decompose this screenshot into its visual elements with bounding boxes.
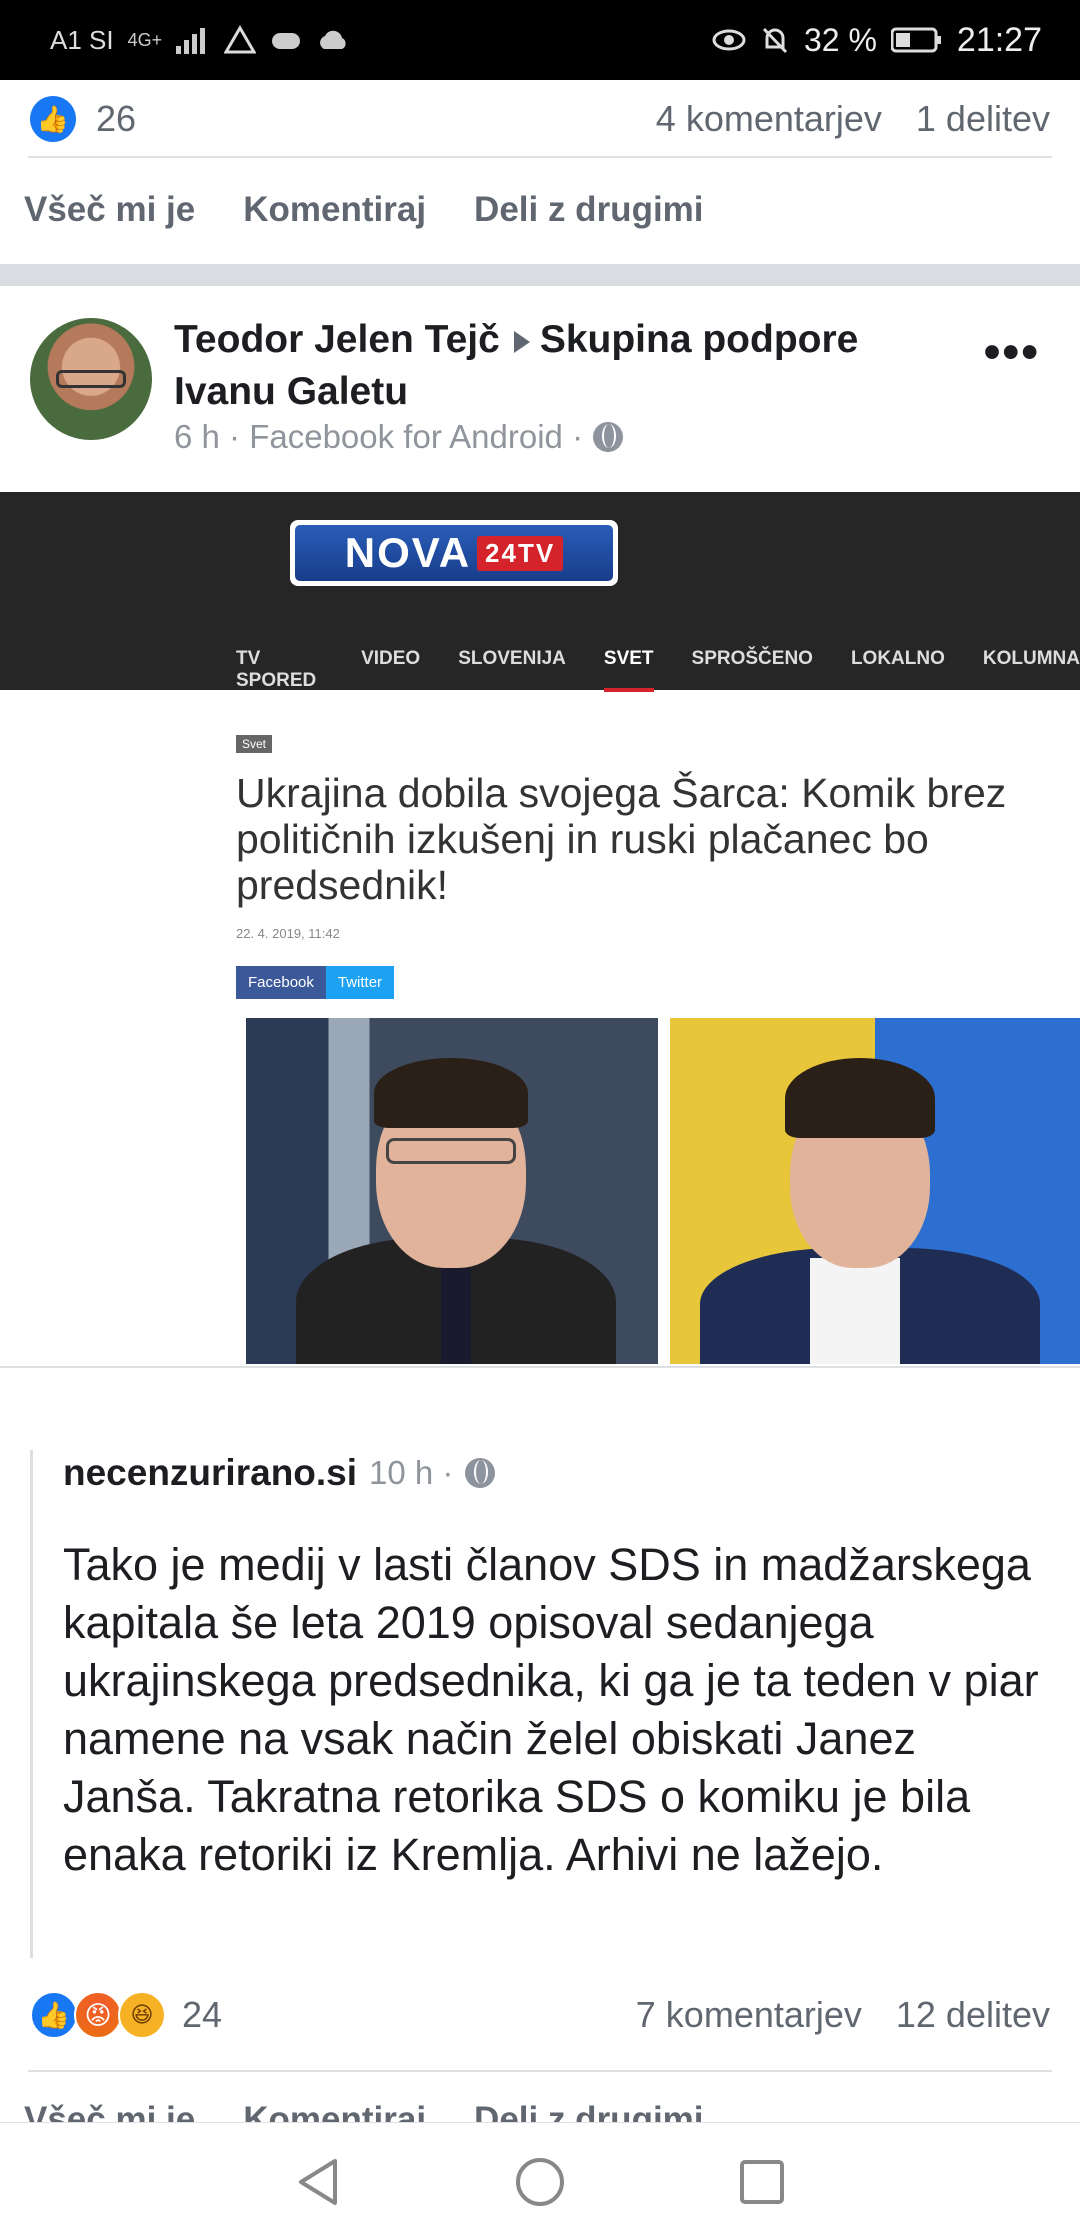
share-buttons: Facebook Twitter [236,966,395,999]
post-meta: 6 h · Facebook for Android · [174,418,624,456]
more-options-button[interactable]: ••• [984,329,1040,377]
previous-post-actions: Všeč mi je Komentiraj Deli z drugimi [0,160,1080,260]
share-button[interactable]: Deli z drugimi [474,190,703,230]
news-nav-item: KOLUMNA [982,648,1080,669]
like-button[interactable]: Všeč mi je [24,2100,195,2122]
home-circle-icon [516,2157,564,2206]
back-button[interactable] [292,2156,344,2208]
news-nav-item: TV SPORED [236,648,317,691]
quote-text: Tako je medij v lasti članov SDS in madž… [63,1539,1039,1880]
category-badge: Svet [236,735,273,753]
news-date: 22. 4. 2019, 11:42 [236,926,340,941]
shares-count[interactable]: 1 delitev [916,98,1050,140]
news-nav-item: VIDEO [361,648,421,669]
glasses-shape [56,370,126,388]
logo-suffix-text: 24TV [477,535,564,571]
news-nav-item: SPROŠČENO [691,648,813,669]
angry-icon: 😡 [74,1991,122,2039]
warning-icon [224,25,257,54]
reaction-count: 26 [96,98,137,139]
news-nav: TV SPORED VIDEO SLOVENIJA SVET SPROŠČENO… [236,648,1080,692]
previous-post-reactions[interactable]: 👍 26 4 komentarjev 1 delitev [0,80,1080,158]
mute-bell-icon [762,27,788,54]
nova-logo: NOVA 24TV [290,520,618,586]
battery-icon [890,27,941,53]
arrow-right-icon [513,330,530,353]
reaction-count: 24 [182,1994,223,2035]
post-time-source[interactable]: 6 h · Facebook for Android · [174,418,583,456]
logo-main-text: NOVA [344,529,472,576]
quote-bar [30,1450,33,1958]
eye-icon [712,29,746,51]
quote-source[interactable]: necenzurirano.si [63,1452,357,1494]
status-left: A1 SI 4G+ [50,25,350,56]
globe-icon [593,422,624,452]
comments-count[interactable]: 4 komentarjev [656,98,882,140]
photo-left [246,1018,658,1364]
comment-button[interactable]: Komentiraj [243,190,426,230]
post-header-title: Teodor Jelen Tejč Skupina podpore Ivanu G… [174,314,934,418]
shared-image[interactable]: NOVA 24TV TV SPORED VIDEO SLOVENIJA SVET… [0,492,1080,1368]
divider [28,2070,1052,2072]
author-avatar[interactable] [30,318,152,440]
post-reactions[interactable]: 👍 😡 😆 24 7 komentarjev 12 delitev [0,1980,1080,2050]
news-headline: Ukrajina dobila svojega Šarca: Komik bre… [236,770,1007,908]
like-button[interactable]: Všeč mi je [24,190,195,230]
photo-right [670,1018,1080,1364]
carrier-label: A1 SI [50,24,114,55]
comment-button[interactable]: Komentiraj [243,2100,426,2122]
facebook-share: Facebook [236,966,326,999]
status-bar: A1 SI 4G+ 32 % 21:27 [0,0,1080,80]
news-nav-item-active: SVET [603,648,654,692]
clock: 21:27 [956,20,1042,59]
recents-square-icon [740,2159,784,2204]
like-reaction-icon: 👍 [30,96,76,142]
quote-header: necenzurirano.si 10 h · [63,1452,496,1494]
status-right: 32 % 21:27 [712,21,1042,60]
signal-icon [176,28,206,54]
divider [28,156,1052,158]
globe-icon [465,1458,496,1488]
like-icon: 👍 [30,1991,78,2039]
news-nav-item: LOKALNO [850,648,945,669]
share-button[interactable]: Deli z drugimi [474,2100,703,2122]
author-name[interactable]: Teodor Jelen Tejč [174,318,500,361]
shares-count[interactable]: 12 delitev [896,1994,1050,2036]
feed-separator [0,264,1080,286]
post-actions: Všeč mi je Komentiraj Deli z drugimi [0,2090,1080,2122]
android-nav-bar [0,2122,1080,2240]
twitter-share: Twitter [325,966,395,999]
home-button[interactable] [514,2156,566,2208]
battery-percent: 32 % [803,21,877,58]
quote-time[interactable]: 10 h · [369,1454,453,1492]
recents-button[interactable] [736,2156,788,2208]
news-header: NOVA 24TV TV SPORED VIDEO SLOVENIJA SVET… [0,492,1080,692]
cloud-icon [320,30,346,49]
back-triangle-icon [299,2158,337,2205]
game-icon [272,33,301,49]
network-type: 4G+ [127,29,163,50]
comments-count[interactable]: 7 komentarjev [636,1994,862,2036]
haha-icon: 😆 [118,1991,166,2039]
news-nav-item: SLOVENIJA [458,648,566,669]
